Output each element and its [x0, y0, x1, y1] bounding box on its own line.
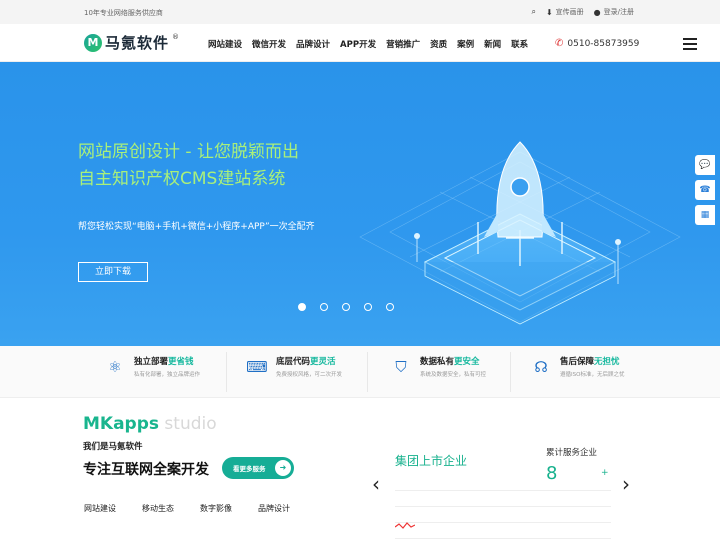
- feature-title: 底层代码更灵活: [276, 357, 336, 367]
- nav-brand[interactable]: 品牌设计: [296, 38, 330, 50]
- feature-title: 售后保障无担忧: [560, 357, 620, 367]
- arrow-right-icon: ➜: [275, 460, 291, 476]
- service-tab[interactable]: 数字影像: [200, 503, 232, 514]
- service-tab[interactable]: 品牌设计: [258, 503, 290, 514]
- banner-subtitle: 帮您轻松实现“电脑+手机+微信+小程序+APP”一次全配齐: [78, 222, 315, 232]
- hero-banner: 网站原创设计 - 让您脱颖而出 自主知识产权CMS建站系统 帮您轻松实现“电脑+…: [0, 62, 720, 346]
- nav-news[interactable]: 新闻: [484, 38, 501, 50]
- who-we-are: 我们是马氪软件: [83, 442, 143, 452]
- slide-dot[interactable]: [320, 303, 328, 311]
- slide-dots: [298, 303, 394, 311]
- feature-desc: 私有化部署，独立品牌运作: [134, 372, 201, 378]
- more-services-label: 看更多服务: [233, 465, 266, 473]
- nav-cases[interactable]: 案例: [457, 38, 474, 50]
- logo-text: 马氪软件: [105, 34, 170, 52]
- brand-heading: MKapps studio: [83, 414, 217, 434]
- float-toolbar: 💬 ☎ ▦: [695, 155, 715, 225]
- login-label: 登录/注册: [603, 8, 634, 16]
- about-section: MKapps studio 我们是马氪软件 专注互联网全案开发 看更多服务 ➜ …: [0, 398, 720, 540]
- prev-arrow-icon[interactable]: ‹: [372, 472, 380, 496]
- feature-item: ⌨ 底层代码更灵活 免费授权风格，可二次开发: [246, 355, 342, 378]
- service-tab[interactable]: 移动生态: [142, 503, 174, 514]
- top-slogan: 10年专业网络服务供应商: [84, 9, 163, 17]
- nav-wechat[interactable]: 微信开发: [252, 38, 286, 50]
- divider: [510, 352, 511, 392]
- phone-number[interactable]: ✆ 0510-85873959: [555, 38, 639, 49]
- slide-dot[interactable]: [298, 303, 306, 311]
- nav-qualification[interactable]: 资质: [430, 38, 447, 50]
- slide-dot[interactable]: [342, 303, 350, 311]
- logo-mark-icon: M: [84, 33, 102, 52]
- feature-desc: 系统及数据安全，私有可控: [420, 372, 487, 378]
- network-icon: ⚛: [108, 357, 122, 376]
- divider: [226, 352, 227, 392]
- download-icon: ⬇: [545, 7, 553, 17]
- chat-icon[interactable]: 💬: [695, 155, 715, 175]
- phone-text: 0510-85873959: [567, 38, 640, 49]
- menu-icon[interactable]: [683, 38, 697, 53]
- counter-label: 累计服务企业: [546, 448, 598, 458]
- feature-strip: ⚛ 独立部署更省钱 私有化部署，独立品牌运作 ⌨ 底层代码更灵活 免费授权风格，…: [0, 346, 720, 398]
- nav-contact[interactable]: 联系: [511, 38, 528, 50]
- main-nav: 网站建设 微信开发 品牌设计 APP开发 营销推广 资质 案例 新闻 联系: [208, 38, 528, 50]
- service-tabs: 网站建设 移动生态 数字影像 品牌设计: [84, 503, 290, 514]
- phone-float-icon[interactable]: ☎: [695, 180, 715, 200]
- headset-icon: ☊: [534, 357, 548, 376]
- shield-icon: ⛉: [395, 357, 407, 376]
- banner-title-line1: 网站原创设计 - 让您脱颖而出: [78, 142, 299, 162]
- counter-plus: +: [601, 468, 609, 478]
- service-tab[interactable]: 网站建设: [84, 503, 116, 514]
- feature-item: ☊ 售后保障无担忧 遵循ISO标准，无后顾之忧: [530, 355, 624, 378]
- brochure-label: 宣传画册: [555, 8, 584, 16]
- download-button[interactable]: 立即下载: [78, 262, 148, 282]
- top-links: ⌕ ⬇ 宣传画册 ● 登录/注册: [531, 7, 634, 17]
- code-icon: ⌨: [246, 357, 268, 376]
- divider: [367, 352, 368, 392]
- banner-title-line2: 自主知识产权CMS建站系统: [78, 169, 286, 189]
- slide-dot[interactable]: [364, 303, 372, 311]
- brochure-link[interactable]: ⬇ 宣传画册: [546, 7, 584, 17]
- phone-icon: ✆: [555, 38, 564, 49]
- service-counter: 累计服务企业 8 +: [546, 446, 609, 484]
- login-link[interactable]: ● 登录/注册: [594, 7, 634, 17]
- red-mark-icon: [395, 522, 415, 529]
- banner-title: 网站原创设计 - 让您脱颖而出 自主知识产权CMS建站系统: [78, 139, 299, 193]
- counter-value: 8: [546, 463, 558, 484]
- nav-marketing[interactable]: 营销推广: [386, 38, 420, 50]
- next-arrow-icon[interactable]: ›: [622, 472, 630, 496]
- nav-app[interactable]: APP开发: [340, 38, 376, 50]
- feature-desc: 免费授权风格，可二次开发: [276, 372, 343, 378]
- feature-desc: 遵循ISO标准，无后顾之忧: [560, 372, 625, 378]
- search-icon: ⌕: [531, 7, 536, 16]
- nav-web[interactable]: 网站建设: [208, 38, 242, 50]
- feature-item: ⚛ 独立部署更省钱 私有化部署，独立品牌运作: [104, 355, 200, 378]
- qrcode-icon[interactable]: ▦: [695, 205, 715, 225]
- site-logo[interactable]: M 马氪软件 ®: [84, 32, 179, 53]
- feature-title: 独立部署更省钱: [134, 357, 194, 367]
- site-header: M 马氪软件 ® 网站建设 微信开发 品牌设计 APP开发 营销推广 资质 案例…: [0, 24, 720, 62]
- logo-registered: ®: [172, 32, 180, 41]
- user-icon: ●: [593, 7, 601, 17]
- search-button[interactable]: ⌕: [531, 7, 535, 17]
- feature-title: 数据私有更安全: [420, 357, 480, 367]
- top-bar: 10年专业网络服务供应商 ⌕ ⬇ 宣传画册 ● 登录/注册: [0, 0, 720, 24]
- about-slogan: 专注互联网全案开发: [83, 462, 209, 478]
- slide-dot[interactable]: [386, 303, 394, 311]
- group-label: 集团上市企业: [395, 454, 468, 468]
- client-list: [395, 490, 611, 540]
- more-services-button[interactable]: 看更多服务 ➜: [222, 457, 294, 479]
- feature-item: ⛉ 数据私有更安全 系统及数据安全，私有可控: [390, 355, 486, 378]
